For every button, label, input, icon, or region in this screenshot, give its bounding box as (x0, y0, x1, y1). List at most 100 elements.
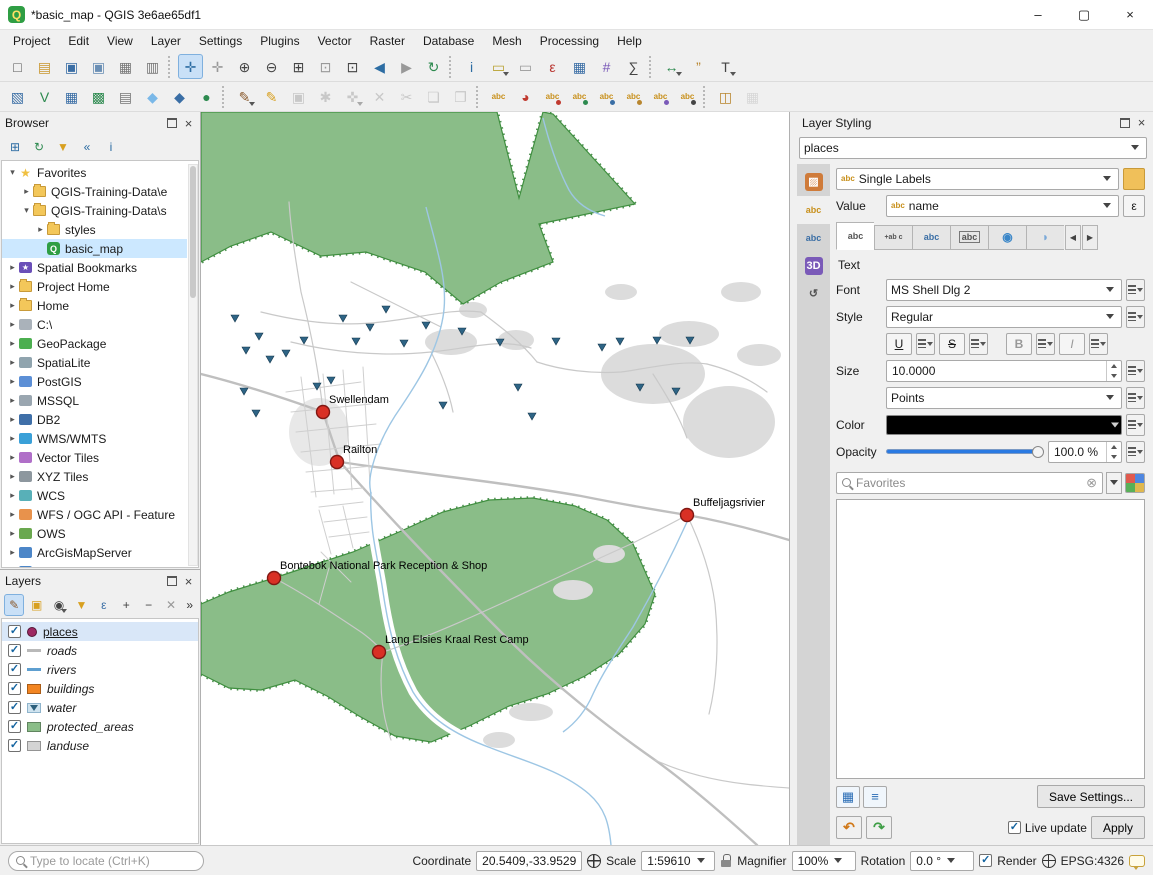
browser-scrollbar-thumb[interactable] (190, 166, 196, 298)
expander-icon[interactable] (6, 262, 19, 273)
new-project-button[interactable]: □ (5, 54, 30, 79)
open-attribute-table-button[interactable]: ▦ (567, 54, 592, 79)
statistical-summary-button[interactable]: ∑ (621, 54, 646, 79)
browser-close-button[interactable] (182, 117, 195, 130)
zoom-out-button[interactable]: ⊖ (259, 54, 284, 79)
layers-float-button[interactable] (165, 575, 178, 588)
expander-icon[interactable] (6, 167, 19, 178)
browser-item-home[interactable]: Home (2, 296, 187, 315)
expander-icon[interactable] (6, 319, 19, 330)
save-project-button[interactable]: ▣ (59, 54, 84, 79)
menu-plugins[interactable]: Plugins (251, 31, 308, 51)
masks-tab[interactable]: abc (797, 224, 830, 252)
expander-icon[interactable] (20, 186, 33, 197)
layer-row-protected-areas[interactable]: protected_areas (2, 717, 198, 736)
zoom-to-selection-button[interactable]: ⊡ (313, 54, 338, 79)
expander-icon[interactable] (6, 490, 19, 501)
deselect-features-button[interactable]: ▭ (513, 54, 538, 79)
properties-widget-toggle-button[interactable]: i (100, 136, 122, 158)
layer-visibility-checkbox[interactable] (8, 644, 21, 657)
expander-icon[interactable] (34, 224, 47, 235)
layer-diagram-options-button[interactable]: ◕ (513, 84, 538, 109)
expander-icon[interactable] (6, 528, 19, 539)
browser-item-geopackage[interactable]: GeoPackage (2, 334, 187, 353)
spin-down-icon[interactable] (1107, 371, 1121, 381)
italic-button[interactable]: I (1059, 333, 1085, 355)
menu-view[interactable]: View (98, 31, 142, 51)
browser-item-arcgisfeatureserver[interactable]: ArcGisFeatureServer (2, 562, 187, 568)
maximize-button[interactable]: ▢ (1061, 0, 1107, 29)
zoom-next-button[interactable]: ▶ (394, 54, 419, 79)
opacity-slider-handle[interactable] (1032, 446, 1044, 458)
open-project-button[interactable]: ▤ (32, 54, 57, 79)
new-print-layout-button[interactable]: ▦ (113, 54, 138, 79)
background-tab[interactable]: abc (950, 225, 988, 250)
select-features-button[interactable]: ▭ (486, 54, 511, 79)
scale-combo[interactable]: 1:59610 (641, 851, 715, 871)
expander-icon[interactable] (6, 471, 19, 482)
expander-icon[interactable] (6, 433, 19, 444)
expander-icon[interactable] (6, 338, 19, 349)
browser-item-arcgismapserver[interactable]: ArcGisMapServer (2, 543, 187, 562)
font-data-defined-override-button[interactable] (1126, 279, 1145, 301)
size-spinner[interactable]: 10.0000 (886, 360, 1122, 382)
pan-to-selection-button[interactable]: ✛ (205, 54, 230, 79)
bold-button[interactable]: B (1006, 333, 1032, 355)
layer-visibility-checkbox[interactable] (8, 625, 21, 638)
style-combo[interactable]: Regular (886, 306, 1122, 328)
add-mesh-layer-button[interactable]: ▩ (86, 84, 111, 109)
field-calculator-button[interactable]: # (594, 54, 619, 79)
minimize-button[interactable]: – (1015, 0, 1061, 29)
shadow-tab[interactable]: ◉ (988, 225, 1026, 250)
browser-item-c[interactable]: C:\ (2, 315, 187, 334)
zoom-last-button[interactable]: ◀ (367, 54, 392, 79)
map-canvas[interactable]: SwellendamRailtonBuffeljagsrivierBontebo… (201, 112, 789, 845)
tabs-scroll-left-button[interactable]: ◀ (1065, 225, 1081, 250)
highlight-pinned-labels-button[interactable]: abc (567, 84, 592, 109)
browser-item-xyz-tiles[interactable]: XYZ Tiles (2, 467, 187, 486)
save-settings-button[interactable]: Save Settings... (1037, 785, 1145, 808)
menu-settings[interactable]: Settings (190, 31, 251, 51)
menu-layer[interactable]: Layer (142, 31, 190, 51)
lock-scale-icon[interactable] (720, 854, 732, 867)
color-data-defined-override-button[interactable] (1126, 414, 1145, 436)
browser-item-wcs[interactable]: WCS (2, 486, 187, 505)
style-manager-button[interactable] (1125, 473, 1145, 493)
change-label-properties-button[interactable]: abc (675, 84, 700, 109)
add-spatialite-layer-button[interactable]: ◆ (140, 84, 165, 109)
italic-button-data-defined-override-button[interactable] (1089, 333, 1108, 355)
layer-row-landuse[interactable]: landuse (2, 736, 198, 755)
add-group-button[interactable]: ▣ (26, 594, 46, 616)
text-annotation-button[interactable]: T (713, 54, 738, 79)
messages-icon[interactable] (1129, 855, 1145, 867)
layer-row-water[interactable]: water (2, 698, 198, 717)
crs-globe-icon[interactable] (1042, 854, 1056, 868)
browser-item-wms-wmts[interactable]: WMS/WMTS (2, 429, 187, 448)
spinner-arrows[interactable] (1106, 361, 1121, 381)
style-filter-dropdown-button[interactable] (1106, 472, 1122, 494)
value-field-combo[interactable]: abc name (886, 195, 1119, 217)
layer-visibility-checkbox[interactable] (8, 663, 21, 676)
style-data-defined-override-button[interactable] (1126, 306, 1145, 328)
filter-by-expression-button[interactable]: ε (94, 594, 114, 616)
text-tab[interactable]: abc (836, 222, 874, 250)
collapse-all-button[interactable]: « (76, 136, 98, 158)
buffer-tab[interactable]: abc (912, 225, 950, 250)
rotate-label-button[interactable]: abc (648, 84, 673, 109)
history-tab[interactable]: ↺ (797, 280, 830, 308)
3d-view-tab[interactable]: 3D (797, 252, 830, 280)
magnifier-combo[interactable]: 100% (792, 851, 856, 871)
expander-icon[interactable] (6, 395, 19, 406)
expander-icon[interactable] (6, 452, 19, 463)
expression-builder-button[interactable]: ε (1123, 195, 1145, 217)
layer-visibility-checkbox[interactable] (8, 720, 21, 733)
measure-button[interactable]: ↔ (659, 54, 684, 79)
callout-tab[interactable]: ◗ (1026, 225, 1064, 250)
browser-item-favorites[interactable]: ★Favorites (2, 163, 187, 182)
browser-scrollbar[interactable] (188, 164, 198, 566)
expander-icon[interactable] (20, 205, 33, 216)
browser-item-db2[interactable]: DB2 (2, 410, 187, 429)
browser-item-styles[interactable]: styles (2, 220, 187, 239)
clear-search-icon[interactable] (1086, 475, 1097, 491)
underline-button[interactable]: U (886, 333, 912, 355)
